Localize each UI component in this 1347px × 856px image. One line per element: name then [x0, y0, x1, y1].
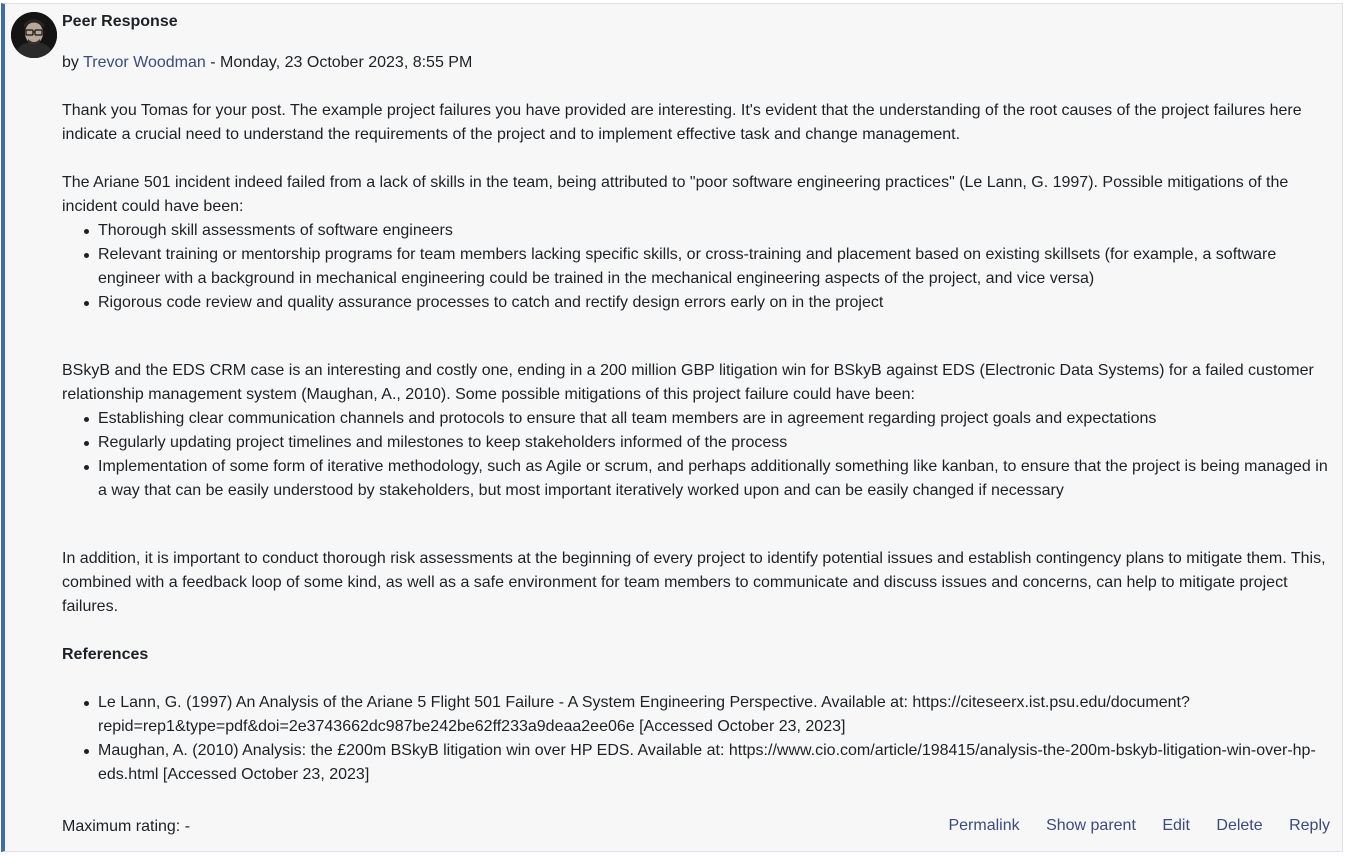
post-footer: Maximum rating: - Permalink Show parent … [62, 815, 1330, 839]
references-heading: References [62, 646, 149, 663]
post-actions: Permalink Show parent Edit Delete Reply [926, 814, 1330, 838]
rating-text: Maximum rating: - [62, 818, 191, 835]
user-avatar-icon [11, 12, 57, 58]
reference-item: Maughan, A. (2010) Analysis: the £200m B… [84, 739, 1334, 787]
post-body: Thank you Tomas for your post. The examp… [62, 99, 1334, 787]
bskyb-mitigations-list: Establishing clear communication channel… [62, 407, 1334, 503]
reference-item: Le Lann, G. (1997) An Analysis of the Ar… [84, 691, 1334, 739]
list-item: Rigorous code review and quality assuran… [84, 291, 1334, 315]
list-item: Establishing clear communication channel… [84, 407, 1334, 431]
delete-link[interactable]: Delete [1216, 817, 1262, 834]
permalink-link[interactable]: Permalink [948, 817, 1019, 834]
list-item: Implementation of some form of iterative… [84, 455, 1334, 503]
author-link[interactable]: Trevor Woodman [83, 54, 206, 71]
post-subject: Peer Response [62, 13, 178, 30]
list-item: Relevant training or mentorship programs… [84, 243, 1334, 291]
conclusion-paragraph: In addition, it is important to conduct … [62, 550, 1326, 615]
byline-prefix: by [62, 54, 84, 71]
byline-separator: - [205, 54, 220, 71]
ariane-paragraph: The Ariane 501 incident indeed failed fr… [62, 174, 1289, 215]
post-byline: by Trevor Woodman - Monday, 23 October 2… [62, 51, 472, 75]
bskyb-paragraph: BSkyB and the EDS CRM case is an interes… [62, 362, 1314, 403]
show-parent-link[interactable]: Show parent [1046, 817, 1136, 834]
reply-link[interactable]: Reply [1289, 817, 1330, 834]
forum-post: Peer Response by Trevor Woodman - Monday… [1, 3, 1343, 852]
edit-link[interactable]: Edit [1162, 817, 1190, 834]
avatar[interactable] [11, 12, 57, 58]
post-date: Monday, 23 October 2023, 8:55 PM [220, 54, 473, 71]
list-item: Thorough skill assessments of software e… [84, 219, 1334, 243]
references-list: Le Lann, G. (1997) An Analysis of the Ar… [62, 691, 1334, 787]
list-item: Regularly updating project timelines and… [84, 431, 1334, 455]
intro-paragraph: Thank you Tomas for your post. The examp… [62, 102, 1302, 143]
ariane-mitigations-list: Thorough skill assessments of software e… [62, 219, 1334, 315]
